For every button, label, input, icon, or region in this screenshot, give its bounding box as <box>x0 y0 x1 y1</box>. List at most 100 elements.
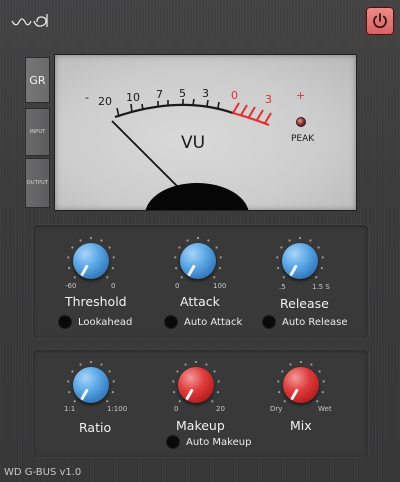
auto-makeup-led <box>166 435 180 449</box>
release-knob-pointer <box>289 264 298 277</box>
auto-release-led <box>262 315 276 329</box>
ratio-max-label: 1:100 <box>107 405 128 413</box>
scale-dot <box>207 239 210 242</box>
scale-dot <box>68 267 71 270</box>
scale-dot <box>321 391 324 394</box>
scale-dot <box>106 400 109 403</box>
scale-dot <box>71 370 74 373</box>
scale-dot <box>67 256 70 259</box>
scale-dot <box>73 276 76 279</box>
threshold-min-label: -60 <box>65 282 77 290</box>
scale-dot <box>112 256 115 259</box>
release-knob[interactable] <box>282 243 318 279</box>
auto-attack-led <box>164 315 178 329</box>
mix-min-label: Dry <box>270 405 283 413</box>
auto-release-label: Auto Release <box>282 316 348 328</box>
scale-dot <box>73 400 76 403</box>
scale-dot <box>278 391 281 394</box>
scale-dot <box>277 267 280 270</box>
vu-unit-label: VU <box>181 133 206 153</box>
scale-dot <box>112 380 115 383</box>
tab-output[interactable]: OUTPUT <box>25 158 50 208</box>
ratio-min-label: 1:1 <box>64 405 76 413</box>
auto-makeup-label: Auto Makeup <box>186 436 252 448</box>
threshold-label: Threshold <box>65 294 127 309</box>
auto-attack-toggle[interactable]: Auto Attack <box>164 315 242 329</box>
scale-dot <box>178 400 181 403</box>
scale-dot <box>205 363 208 366</box>
scale-dot <box>288 239 291 242</box>
scale-dot <box>173 391 176 394</box>
wd-logo-icon <box>11 14 48 27</box>
scale-dot <box>317 246 320 249</box>
mix-label: Mix <box>290 418 312 433</box>
scale-dot <box>180 276 183 279</box>
scale-dot <box>322 380 325 383</box>
lookahead-label: Lookahead <box>78 316 133 328</box>
release-label: Release <box>280 296 329 311</box>
makeup-knob[interactable] <box>178 367 214 403</box>
scale-dot <box>186 239 189 242</box>
scale-dot <box>216 391 219 394</box>
scale-dot <box>89 236 93 240</box>
lookahead-led <box>58 315 72 329</box>
auto-attack-label: Auto Attack <box>184 316 243 328</box>
scale-dot <box>67 380 70 383</box>
scale-dot <box>299 360 303 364</box>
release-max-label: 1.5 S <box>312 283 330 291</box>
scale-dot <box>184 363 187 366</box>
scale-dot <box>277 380 280 383</box>
scale-dot <box>318 370 321 373</box>
mix-knob[interactable] <box>283 367 319 403</box>
tab-gr-label: GR <box>29 73 46 87</box>
tab-input[interactable]: INPUT <box>25 108 50 156</box>
scale-dot <box>289 363 292 366</box>
scale-label-3: 3 <box>202 87 209 100</box>
scale-dot <box>217 380 220 383</box>
scale-dot <box>321 256 324 259</box>
scale-dot <box>194 360 198 364</box>
threshold-knob[interactable] <box>73 243 109 279</box>
scale-dot <box>100 239 103 242</box>
auto-makeup-toggle[interactable]: Auto Makeup <box>166 435 251 449</box>
ratio-knob[interactable] <box>73 367 109 403</box>
scale-label-10: 10 <box>126 91 140 104</box>
scale-label-7: 7 <box>156 88 163 101</box>
scale-dot <box>68 391 71 394</box>
vu-needle <box>111 120 182 191</box>
scale-dot <box>310 363 313 366</box>
tab-gr[interactable]: GR <box>25 57 50 103</box>
scale-dot <box>283 400 286 403</box>
scale-dot <box>174 256 177 259</box>
scale-dot <box>281 370 284 373</box>
attack-max-label: 100 <box>213 282 227 290</box>
tab-input-label: INPUT <box>29 129 46 135</box>
scale-dot <box>219 256 222 259</box>
scale-dot <box>213 370 216 373</box>
plugin-window: GR INPUT OUTPUT - 20 10 7 5 3 0 3 + VU P… <box>0 0 400 482</box>
scale-dot <box>71 246 74 249</box>
scale-dot <box>196 236 200 240</box>
scale-dot <box>298 236 302 240</box>
attack-label: Attack <box>180 294 220 309</box>
scale-dot <box>316 400 319 403</box>
scale-dot <box>111 267 114 270</box>
scale-dot <box>276 256 279 259</box>
version-label: WD G-BUS v1.0 <box>4 467 82 478</box>
scale-label-5: 5 <box>179 87 186 100</box>
scale-dot <box>108 370 111 373</box>
vu-meter: - 20 10 7 5 3 0 3 + VU PEAK <box>54 54 357 211</box>
makeup-knob-pointer <box>185 388 194 401</box>
scale-dot <box>79 239 82 242</box>
makeup-max-label: 20 <box>216 405 225 413</box>
auto-release-toggle[interactable]: Auto Release <box>262 315 347 329</box>
lookahead-toggle[interactable]: Lookahead <box>58 315 132 329</box>
needle-pivot <box>145 183 249 210</box>
mix-max-label: Wet <box>318 405 332 413</box>
scale-dot <box>106 276 109 279</box>
attack-knob[interactable] <box>180 243 216 279</box>
ratio-label: Ratio <box>79 420 112 435</box>
makeup-min-label: 0 <box>174 405 179 413</box>
scale-dot <box>89 360 93 364</box>
power-button[interactable] <box>365 6 395 36</box>
